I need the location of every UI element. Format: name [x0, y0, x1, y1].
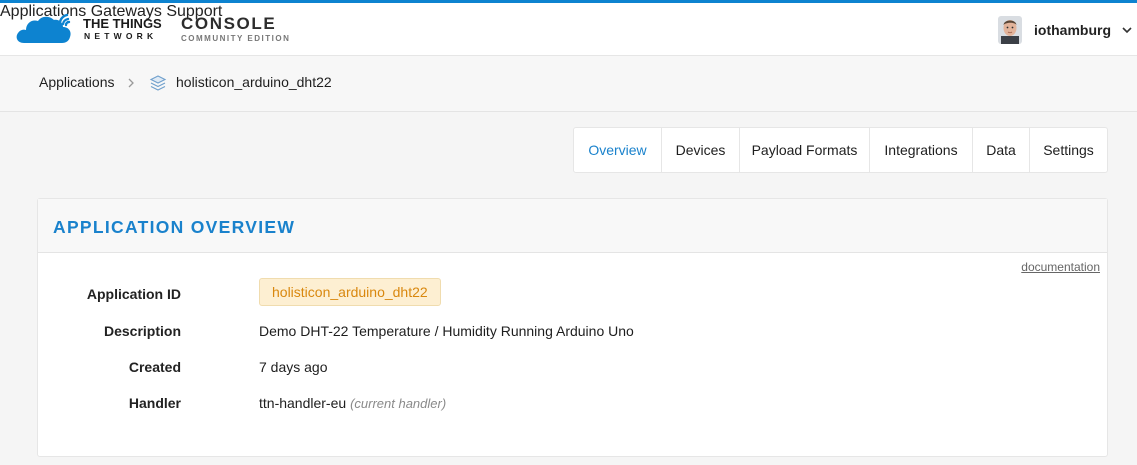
chevron-down-icon	[1122, 27, 1132, 34]
created-label: Created	[128, 359, 181, 375]
breadcrumb-applications[interactable]: Applications	[39, 74, 115, 90]
brand-title: THE THINGS	[83, 16, 162, 31]
description-row: Description Demo DHT-22 Temperature / Hu…	[38, 323, 1038, 343]
user-menu[interactable]: iothamburg	[998, 15, 1133, 45]
tab-integrations[interactable]: Integrations	[870, 128, 973, 172]
tab-devices[interactable]: Devices	[662, 128, 740, 172]
console-subtitle: COMMUNITY EDITION	[181, 34, 291, 43]
avatar	[998, 16, 1022, 44]
documentation-link[interactable]: documentation	[1021, 260, 1100, 274]
handler-note: (current handler)	[350, 396, 447, 411]
application-overview-card: APPLICATION OVERVIEW documentation Appli…	[37, 198, 1108, 457]
handler-name: ttn-handler-eu	[259, 395, 347, 411]
application-id-value[interactable]: holisticon_arduino_dht22	[259, 278, 441, 306]
description-label: Description	[103, 323, 181, 339]
application-tabs: Overview Devices Payload Formats Integra…	[573, 127, 1108, 173]
brand-subtitle: NETWORK	[84, 31, 158, 41]
description-value: Demo DHT-22 Temperature / Humidity Runni…	[259, 323, 634, 339]
breadcrumb: Applications holisticon_arduino_dht22	[0, 56, 1137, 112]
card-title: APPLICATION OVERVIEW	[53, 217, 296, 237]
handler-row: Handler ttn-handler-eu (current handler)	[38, 395, 1038, 415]
handler-value: ttn-handler-eu (current handler)	[259, 395, 446, 411]
brand-logotype[interactable]: THE THINGS NETWORK	[83, 16, 162, 41]
ttn-cloud-logo-icon[interactable]	[14, 12, 76, 46]
created-row: Created 7 days ago	[38, 359, 1038, 379]
tab-settings[interactable]: Settings	[1030, 128, 1107, 172]
breadcrumb-current-app[interactable]: holisticon_arduino_dht22	[176, 74, 332, 90]
console-logotype: CONSOLE COMMUNITY EDITION	[181, 15, 290, 44]
console-title: CONSOLE	[181, 14, 277, 33]
tab-overview[interactable]: Overview	[574, 128, 662, 172]
handler-label: Handler	[128, 395, 181, 411]
tab-payload-formats[interactable]: Payload Formats	[740, 128, 870, 172]
application-layers-icon	[149, 75, 167, 91]
tab-data[interactable]: Data	[973, 128, 1030, 172]
created-value: 7 days ago	[259, 359, 328, 375]
card-header: APPLICATION OVERVIEW	[38, 199, 1107, 253]
top-navbar: THE THINGS NETWORK CONSOLE COMMUNITY EDI…	[0, 0, 1137, 56]
application-id-row: Application ID holisticon_arduino_dht22	[38, 278, 1038, 306]
chevron-right-icon	[128, 78, 134, 88]
username: iothamburg	[1034, 22, 1111, 38]
application-id-label: Application ID	[86, 286, 181, 302]
